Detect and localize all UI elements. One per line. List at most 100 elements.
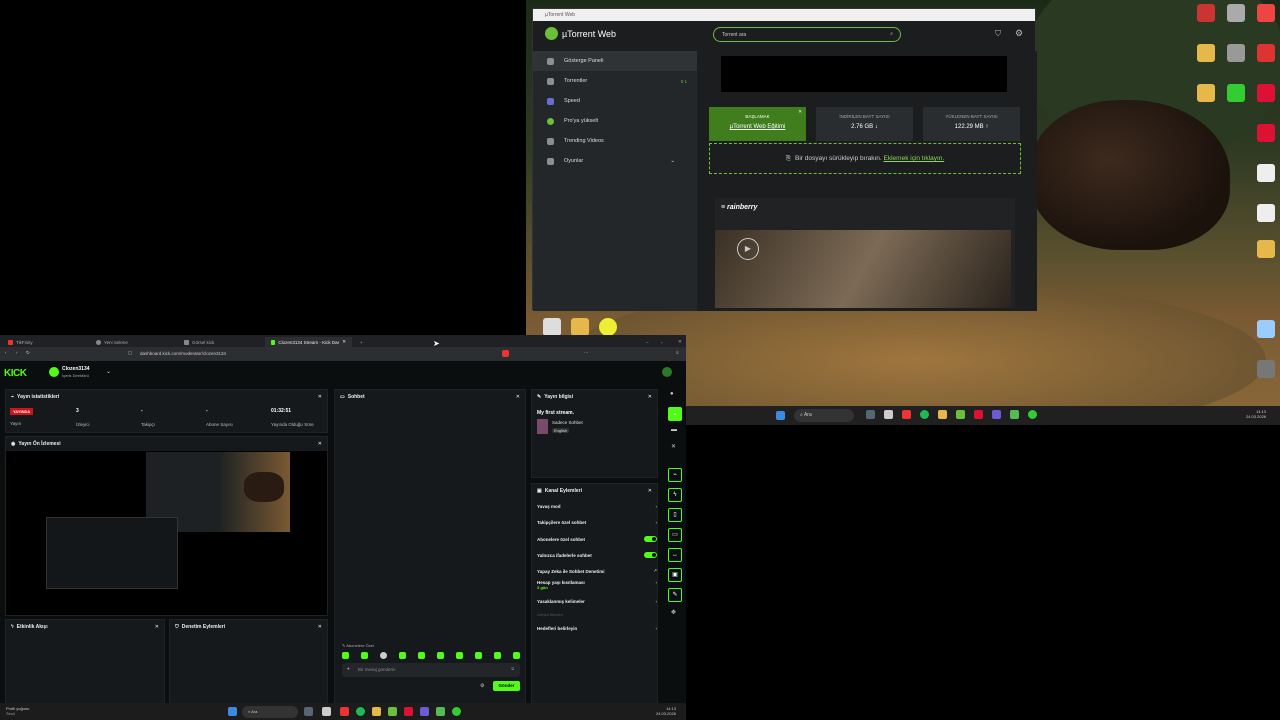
maximize-icon[interactable]: ▫ bbox=[655, 337, 669, 347]
folder-icon[interactable] bbox=[372, 707, 381, 716]
close-icon[interactable]: ✕ bbox=[318, 394, 322, 400]
user-name[interactable]: Clozen3134 bbox=[62, 366, 90, 372]
gear-icon[interactable]: ⚙ bbox=[1015, 28, 1023, 39]
close-icon[interactable]: ✕ bbox=[671, 443, 676, 450]
clock[interactable]: 14:13 24.03.2026 bbox=[656, 706, 676, 716]
taskbar-search[interactable]: ⌕ Ara bbox=[242, 706, 298, 718]
desktop-icon[interactable] bbox=[1244, 204, 1280, 224]
shield-icon[interactable]: ⛉ bbox=[995, 29, 1001, 39]
desktop-icon[interactable] bbox=[1244, 44, 1280, 64]
close-icon[interactable]: ✕ bbox=[318, 624, 322, 630]
tab-new[interactable]: Yeni Sekme bbox=[90, 337, 134, 347]
desktop-icon[interactable] bbox=[1244, 240, 1280, 260]
sidebar-item-trending[interactable]: Trending Videos bbox=[533, 131, 697, 151]
tab-gorsel[interactable]: Görsel kick bbox=[178, 337, 220, 347]
sidebar-item-games[interactable]: Oyunlar ⌄ bbox=[533, 151, 697, 171]
forward-icon[interactable]: › bbox=[16, 350, 18, 355]
taskbar-app-icon[interactable] bbox=[1010, 410, 1019, 419]
new-tab-button[interactable]: + bbox=[354, 337, 369, 347]
emote-icon[interactable] bbox=[418, 652, 425, 659]
ai-moderation-row[interactable]: Yapay Zeka ile Sohbet Denetimi ↗ bbox=[537, 568, 657, 574]
slow-mode-row[interactable]: Yavaş mod › bbox=[537, 504, 657, 509]
layout-icon[interactable]: ▬ bbox=[671, 427, 677, 433]
brave-icon[interactable] bbox=[902, 410, 911, 419]
start-icon[interactable] bbox=[776, 411, 785, 420]
taskbar-app-icon[interactable] bbox=[322, 707, 331, 716]
profile-avatar[interactable] bbox=[662, 367, 672, 377]
account-age-row[interactable]: Hesap yaşı kısıtlaması 3 gün › bbox=[537, 580, 657, 594]
back-icon[interactable]: ‹ bbox=[5, 350, 7, 355]
rail-channel-button[interactable]: ▣ bbox=[668, 568, 682, 582]
brave-icon[interactable] bbox=[340, 707, 349, 716]
kick-logo[interactable]: KICK bbox=[4, 368, 27, 379]
emote-icon[interactable] bbox=[437, 652, 444, 659]
desktop-icon[interactable] bbox=[1244, 360, 1280, 380]
emote-icon[interactable] bbox=[342, 652, 349, 659]
taskbar-search[interactable]: ⌕ Ara bbox=[794, 409, 854, 422]
emotes-toggle[interactable] bbox=[644, 552, 657, 558]
rail-chat-button[interactable]: ▭ bbox=[668, 528, 682, 542]
weather-widget[interactable]: Profil yoğunu Sesli bbox=[6, 706, 29, 716]
banned-words-row[interactable]: Yasaklanmış kelimeler › bbox=[537, 599, 657, 604]
brave-shield-icon[interactable] bbox=[502, 350, 509, 357]
close-icon[interactable]: ✕ bbox=[798, 109, 802, 115]
rail-info-button[interactable]: ▯ bbox=[668, 508, 682, 522]
bookmark-icon[interactable]: ▢ bbox=[128, 350, 132, 356]
taskbar-app-icon[interactable] bbox=[304, 707, 313, 716]
emoji-icon[interactable]: ☺ bbox=[510, 666, 515, 671]
video-thumbnail[interactable]: ▶ bbox=[715, 230, 1011, 308]
add-link[interactable]: Eklemek için tıklayın. bbox=[884, 155, 945, 162]
start-icon[interactable] bbox=[228, 707, 237, 716]
emote-icon[interactable] bbox=[399, 652, 406, 659]
tab-tikfinity[interactable]: TikFinity bbox=[2, 337, 39, 347]
emote-icon[interactable] bbox=[494, 652, 501, 659]
discord-icon[interactable] bbox=[420, 707, 429, 716]
whatsapp-icon[interactable] bbox=[1028, 410, 1037, 419]
chat-input[interactable]: ● Bir mesaj gönderin ☺ bbox=[342, 663, 520, 677]
spotify-icon[interactable] bbox=[356, 707, 365, 716]
rail-preview-button[interactable]: ↔ bbox=[668, 548, 682, 562]
folder-icon[interactable] bbox=[938, 410, 947, 419]
riot-icon[interactable] bbox=[404, 707, 413, 716]
taskbar-app-icon[interactable] bbox=[436, 707, 445, 716]
extensions-icon[interactable]: ⋯ bbox=[584, 350, 589, 356]
sidebar-item-dashboard[interactable]: Gösterge Paneli bbox=[533, 51, 697, 71]
emote-icon[interactable] bbox=[361, 652, 368, 659]
extension-icon[interactable]: ✥ bbox=[671, 609, 676, 616]
reload-icon[interactable]: ↻ bbox=[26, 350, 30, 356]
spotify-icon[interactable] bbox=[920, 410, 929, 419]
tutorial-link[interactable]: µTorrent Web Eğitimi bbox=[709, 124, 806, 130]
rail-moderation-button[interactable]: ✎ bbox=[668, 588, 682, 602]
close-icon[interactable]: ✕ bbox=[648, 488, 652, 494]
goals-row[interactable]: Hedefleri belirleyin › bbox=[537, 626, 657, 631]
close-window-icon[interactable]: ✕ bbox=[672, 337, 688, 347]
followers-only-row[interactable]: Takipçilere özel sohbet › bbox=[537, 520, 657, 525]
emote-icon[interactable] bbox=[475, 652, 482, 659]
emote-icon[interactable] bbox=[456, 652, 463, 659]
discord-icon[interactable] bbox=[992, 410, 1001, 419]
menu-icon[interactable]: ≡ bbox=[676, 350, 679, 355]
desktop-icon[interactable] bbox=[1244, 4, 1280, 24]
play-icon[interactable]: ▶ bbox=[737, 238, 759, 260]
close-icon[interactable]: ✕ bbox=[648, 394, 652, 400]
search-input[interactable]: Torrent ara ⌕ bbox=[713, 27, 901, 42]
rail-button-active[interactable]: ⌄ bbox=[668, 407, 682, 421]
drop-zone[interactable]: ⎘ Bir dosyayı sürükleyip bırakın. Eklemek… bbox=[709, 143, 1021, 174]
riot-icon[interactable] bbox=[1244, 84, 1280, 104]
rail-stats-button[interactable]: ⌁ bbox=[668, 468, 682, 482]
emote-icon[interactable] bbox=[380, 652, 387, 659]
utorrent-titlebar[interactable]: µTorrent Web bbox=[533, 9, 1035, 21]
utorrent-icon[interactable] bbox=[956, 410, 965, 419]
taskbar-app-icon[interactable] bbox=[866, 410, 875, 419]
whatsapp-icon[interactable] bbox=[452, 707, 461, 716]
riot-icon[interactable] bbox=[974, 410, 983, 419]
emote-icon[interactable] bbox=[513, 652, 520, 659]
close-icon[interactable]: ✕ bbox=[516, 394, 520, 400]
taskbar-app-icon[interactable] bbox=[884, 410, 893, 419]
send-button[interactable]: Gönder bbox=[493, 681, 520, 691]
chevron-down-icon[interactable]: ⌄ bbox=[106, 368, 111, 375]
sidebar-item-speed[interactable]: Speed bbox=[533, 91, 697, 111]
url-field[interactable]: dashboard.kick.com/moderator/clozen3134 bbox=[140, 351, 500, 356]
subscribers-toggle[interactable] bbox=[644, 536, 657, 542]
close-icon[interactable]: ✕ bbox=[318, 441, 322, 447]
